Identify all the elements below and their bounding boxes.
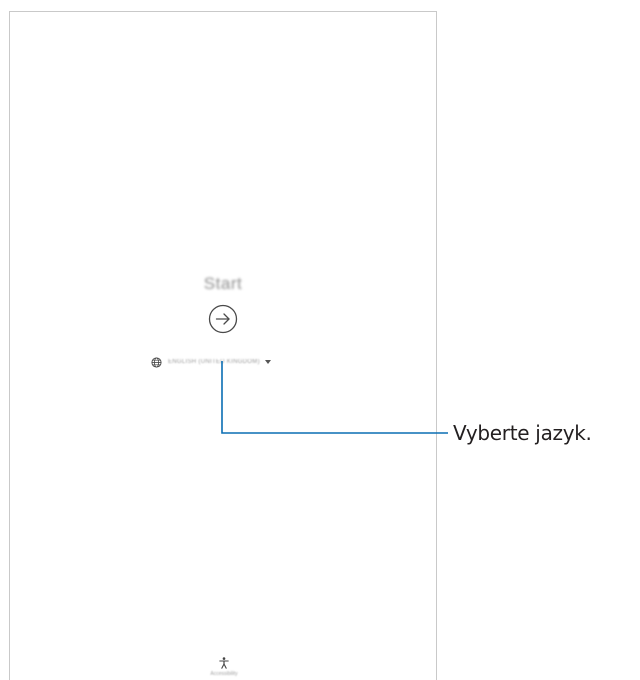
start-button[interactable]: [208, 304, 238, 334]
arrow-right-circle-icon: [208, 304, 238, 334]
language-label: ENGLISH (UNITED KINGDOM): [168, 359, 260, 365]
accessibility-icon: [219, 657, 229, 669]
chevron-down-icon: [264, 360, 271, 364]
accessibility-label: Accessibility: [210, 671, 238, 677]
start-title: Start: [203, 274, 243, 293]
accessibility-button[interactable]: Accessibility: [196, 657, 252, 677]
language-selector[interactable]: ENGLISH (UNITED KINGDOM): [151, 355, 271, 369]
device-screen: Start ENGLISH (UNITED KINGDOM) Accessibi…: [9, 11, 437, 680]
globe-icon: [151, 356, 162, 368]
callout-text: Vyberte jazyk.: [453, 421, 592, 445]
manual-illustration: Start ENGLISH (UNITED KINGDOM) Accessibi…: [0, 0, 640, 680]
